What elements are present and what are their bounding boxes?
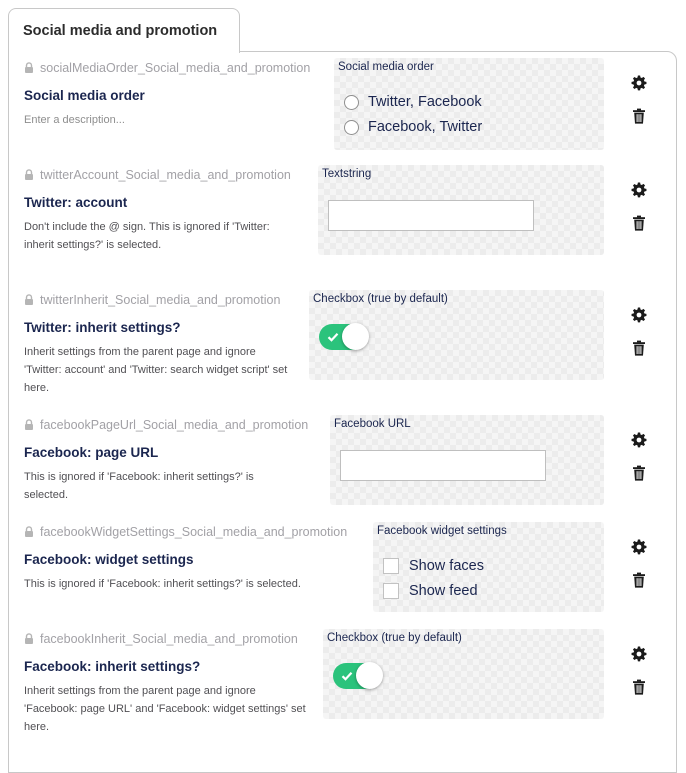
twitter-account-input[interactable] — [328, 200, 534, 231]
property-label: Twitter: inherit settings? — [24, 320, 181, 335]
editor-type-label: Facebook widget settings — [377, 525, 507, 537]
property-alias: facebookPageUrl_Social_media_and_promoti… — [24, 418, 308, 433]
checkbox-show-feed[interactable]: Show feed — [383, 583, 478, 599]
gear-icon[interactable] — [631, 539, 647, 555]
toggle-knob — [342, 323, 369, 350]
facebook-inherit-toggle[interactable] — [333, 662, 383, 689]
gear-icon[interactable] — [631, 432, 647, 448]
trash-icon[interactable] — [631, 108, 647, 124]
checkbox-show-faces[interactable]: Show faces — [383, 558, 484, 574]
property-label: Facebook: inherit settings? — [24, 659, 201, 674]
property-alias: facebookWidgetSettings_Social_media_and_… — [24, 525, 347, 540]
property-label: Facebook: page URL — [24, 445, 159, 460]
property-description: This is ignored if 'Facebook: inherit se… — [24, 471, 254, 501]
tab-label: Social media and promotion — [23, 23, 218, 39]
property-alias: twitterInherit_Social_media_and_promotio… — [24, 293, 280, 308]
property-description: Inherit settings from the parent page an… — [24, 346, 288, 394]
gear-icon[interactable] — [631, 75, 647, 91]
property-label: Social media order — [24, 88, 145, 103]
trash-icon[interactable] — [631, 572, 647, 588]
property-description[interactable]: Enter a description... — [24, 111, 296, 129]
radio-option-twitter-facebook[interactable]: Twitter, Facebook — [344, 94, 482, 110]
lock-icon[interactable] — [24, 294, 34, 308]
trash-icon[interactable] — [631, 215, 647, 231]
property-description: This is ignored if 'Facebook: inherit se… — [24, 578, 301, 590]
property-alias: socialMediaOrder_Social_media_and_promot… — [24, 61, 310, 76]
check-icon — [341, 669, 353, 687]
editor-type-label: Checkbox (true by default) — [313, 293, 448, 305]
editor-type-label: Social media order — [338, 61, 434, 73]
radio-button[interactable] — [344, 119, 359, 135]
checkbox[interactable] — [383, 558, 399, 574]
check-icon — [327, 330, 339, 348]
editor-type-label: Checkbox (true by default) — [327, 632, 462, 644]
property-alias: facebookInherit_Social_media_and_promoti… — [24, 632, 298, 647]
editor-type-label: Textstring — [322, 168, 372, 180]
gear-icon[interactable] — [631, 646, 647, 662]
lock-icon[interactable] — [24, 169, 34, 183]
property-label: Facebook: widget settings — [24, 552, 194, 567]
checkbox[interactable] — [383, 583, 399, 599]
radio-button[interactable] — [344, 94, 359, 110]
property-description: Don't include the @ sign. This is ignore… — [24, 221, 270, 251]
editor-type-label: Facebook URL — [334, 418, 411, 430]
trash-icon[interactable] — [631, 340, 647, 356]
property-label: Twitter: account — [24, 195, 128, 210]
trash-icon[interactable] — [631, 465, 647, 481]
property-description: Inherit settings from the parent page an… — [24, 685, 306, 733]
twitter-inherit-toggle[interactable] — [319, 323, 369, 350]
lock-icon[interactable] — [24, 419, 34, 433]
radio-option-facebook-twitter[interactable]: Facebook, Twitter — [344, 119, 482, 135]
facebook-page-url-input[interactable] — [340, 450, 546, 481]
lock-icon[interactable] — [24, 526, 34, 540]
gear-icon[interactable] — [631, 307, 647, 323]
lock-icon[interactable] — [24, 633, 34, 647]
property-alias: twitterAccount_Social_media_and_promotio… — [24, 168, 291, 183]
lock-icon[interactable] — [24, 62, 34, 76]
toggle-knob — [356, 662, 383, 689]
trash-icon[interactable] — [631, 679, 647, 695]
gear-icon[interactable] — [631, 182, 647, 198]
tab-social-media-and-promotion[interactable]: Social media and promotion — [8, 8, 240, 53]
